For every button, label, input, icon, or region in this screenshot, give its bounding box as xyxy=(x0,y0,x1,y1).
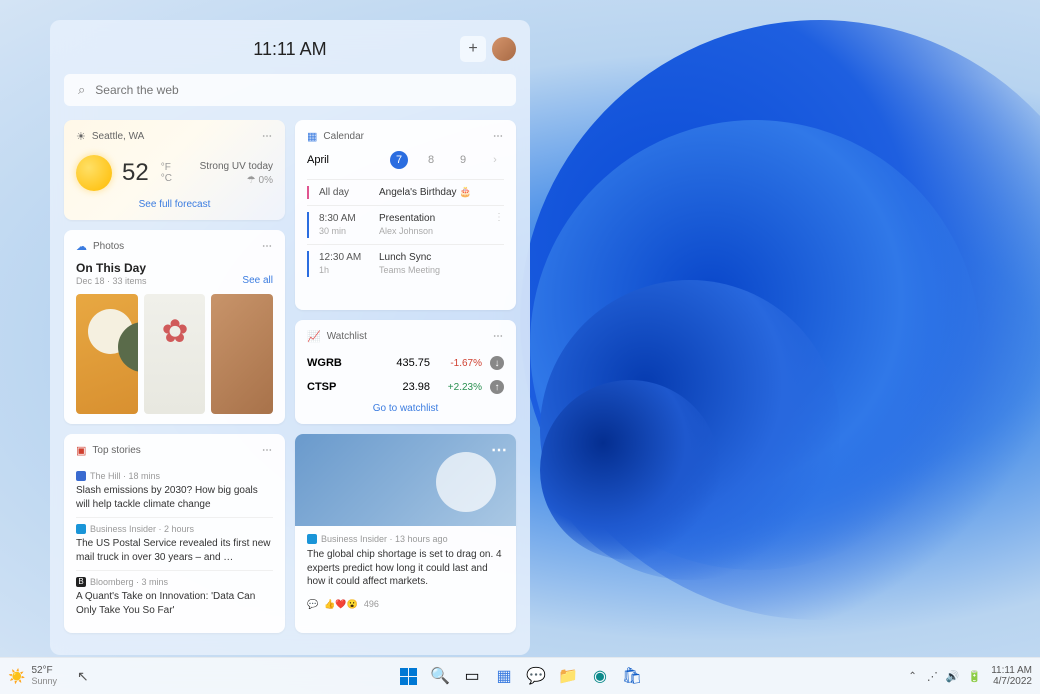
calendar-next[interactable]: › xyxy=(486,151,504,169)
taskbar-center: 🔍 ▭ ▦ 💬 📁 ◉ 🛍 xyxy=(395,663,645,689)
calendar-icon: ▦ xyxy=(307,130,317,143)
trend-down-icon: ↓ xyxy=(490,356,504,370)
see-all-link[interactable]: See all xyxy=(242,275,273,286)
photos-icon: ☁ xyxy=(76,240,87,253)
umbrella-icon: ☂ xyxy=(247,175,256,186)
more-button[interactable]: ⋯ xyxy=(262,241,273,252)
news-image: ⋯ xyxy=(295,434,516,526)
desktop: 11:11 AM + ⌕ ☀Seattle, WA ⋯ 52 °F°C S xyxy=(0,0,1040,694)
calendar-month: April xyxy=(307,154,329,166)
calendar-event[interactable]: 12:30 AM1h Lunch SyncTeams Meeting xyxy=(307,244,504,283)
weather-unit: °F°C xyxy=(161,162,172,184)
widgets-button[interactable]: ▦ xyxy=(491,663,517,689)
photos-widget[interactable]: ☁Photos ⋯ On This Day Dec 18 · 33 items … xyxy=(64,230,285,424)
comment-icon[interactable]: 💬 xyxy=(307,599,318,610)
taskbar-weather[interactable]: ☀️ 52°FSunny ↖ xyxy=(8,666,89,686)
watchlist-link[interactable]: Go to watchlist xyxy=(307,403,504,414)
taskbar-clock[interactable]: 11:11 AM 4/7/2022 xyxy=(991,665,1032,688)
wifi-icon: ⋰ xyxy=(927,670,938,683)
user-avatar[interactable] xyxy=(492,37,516,61)
more-button[interactable]: ⋯ xyxy=(493,331,504,342)
task-view-button[interactable]: ▭ xyxy=(459,663,485,689)
weather-widget[interactable]: ☀ Seattle, WA ⋯ 52 °F°C Strong UV today ☂… xyxy=(64,120,285,220)
volume-icon: 🔊 xyxy=(946,670,960,683)
more-button[interactable]: ⋯ xyxy=(491,440,508,460)
watchlist-widget[interactable]: 📈 Watchlist ⋯ WGRB 435.75 -1.67% ↓ CTSP 2… xyxy=(295,320,516,424)
calendar-title: Calendar xyxy=(323,131,364,142)
stories-header: Top stories xyxy=(92,445,140,456)
photo-thumbnail[interactable] xyxy=(76,294,138,414)
widgets-header: 11:11 AM + xyxy=(64,34,516,64)
news-source: Business Insider · 13 hours ago xyxy=(321,534,448,544)
stock-row[interactable]: CTSP 23.98 +2.23% ↑ xyxy=(307,375,504,399)
weather-location: Seattle, WA xyxy=(92,131,144,142)
story-item[interactable]: Business Insider · 2 hours The US Postal… xyxy=(76,518,273,571)
calendar-day[interactable]: 9 xyxy=(454,151,472,169)
search-box[interactable]: ⌕ xyxy=(64,74,516,106)
calendar-widget[interactable]: ▦ Calendar ⋯ April 7 8 9 › All day Angela… xyxy=(295,120,516,310)
chevron-up-icon[interactable]: ⌃ xyxy=(908,671,916,682)
reactions-icon: 👍❤️😮 xyxy=(324,599,358,610)
calendar-event[interactable]: All day Angela's Birthday 🎂 xyxy=(307,179,504,205)
sun-icon xyxy=(76,155,112,191)
weather-condition: Strong UV today xyxy=(200,161,273,172)
news-icon: ▣ xyxy=(76,444,86,457)
calendar-day[interactable]: 8 xyxy=(422,151,440,169)
start-button[interactable] xyxy=(395,663,421,689)
top-stories-widget[interactable]: ▣ Top stories ⋯ The Hill · 18 mins Slash … xyxy=(64,434,285,633)
more-button[interactable]: ⋯ xyxy=(262,445,273,456)
photos-header: Photos xyxy=(93,241,124,252)
battery-icon: 🔋 xyxy=(968,670,982,683)
stocks-icon: 📈 xyxy=(307,330,321,343)
add-widget-button[interactable]: + xyxy=(460,36,486,62)
reaction-count: 496 xyxy=(364,599,379,609)
calendar-day[interactable]: 7 xyxy=(390,151,408,169)
photos-title: On This Day xyxy=(76,261,273,275)
trend-up-icon: ↑ xyxy=(490,380,504,394)
cursor-icon: ↖ xyxy=(77,668,89,685)
sun-icon: ☀️ xyxy=(8,668,25,685)
news-title: The global chip shortage is set to drag … xyxy=(307,548,504,589)
forecast-link[interactable]: See full forecast xyxy=(76,199,273,210)
system-tray[interactable]: ⋰ 🔊 🔋 xyxy=(927,670,981,683)
more-button[interactable]: ⋯ xyxy=(493,131,504,142)
photo-thumbnail[interactable] xyxy=(211,294,273,414)
stock-row[interactable]: WGRB 435.75 -1.67% ↓ xyxy=(307,351,504,375)
more-button[interactable]: ⋯ xyxy=(262,131,273,142)
photo-thumbnail[interactable] xyxy=(144,294,206,414)
weather-rain: 0% xyxy=(259,175,273,186)
search-input[interactable] xyxy=(95,83,502,97)
widgets-clock: 11:11 AM xyxy=(253,39,326,60)
photos-subtitle: Dec 18 · 33 items xyxy=(76,276,147,286)
widgets-panel: 11:11 AM + ⌕ ☀Seattle, WA ⋯ 52 °F°C S xyxy=(50,20,530,655)
edge-button[interactable]: ◉ xyxy=(587,663,613,689)
taskbar: ☀️ 52°FSunny ↖ 🔍 ▭ ▦ 💬 📁 ◉ 🛍 ⌃ ⋰ 🔊 🔋 11:… xyxy=(0,657,1040,694)
story-item[interactable]: The Hill · 18 mins Slash emissions by 20… xyxy=(76,465,273,518)
store-button[interactable]: 🛍 xyxy=(619,663,645,689)
search-button[interactable]: 🔍 xyxy=(427,663,453,689)
explorer-button[interactable]: 📁 xyxy=(555,663,581,689)
news-article-widget[interactable]: ⋯ Business Insider · 13 hours ago The gl… xyxy=(295,434,516,633)
calendar-event[interactable]: 8:30 AM30 min PresentationAlex Johnson ⋮ xyxy=(307,205,504,244)
watchlist-title: Watchlist xyxy=(327,331,367,342)
weather-temp: 52 xyxy=(122,159,149,187)
weather-icon: ☀ xyxy=(76,130,86,143)
chat-button[interactable]: 💬 xyxy=(523,663,549,689)
story-item[interactable]: BBloomberg · 3 mins A Quant's Take on In… xyxy=(76,571,273,623)
event-more[interactable]: ⋮ xyxy=(494,212,504,238)
search-icon: ⌕ xyxy=(78,82,85,98)
